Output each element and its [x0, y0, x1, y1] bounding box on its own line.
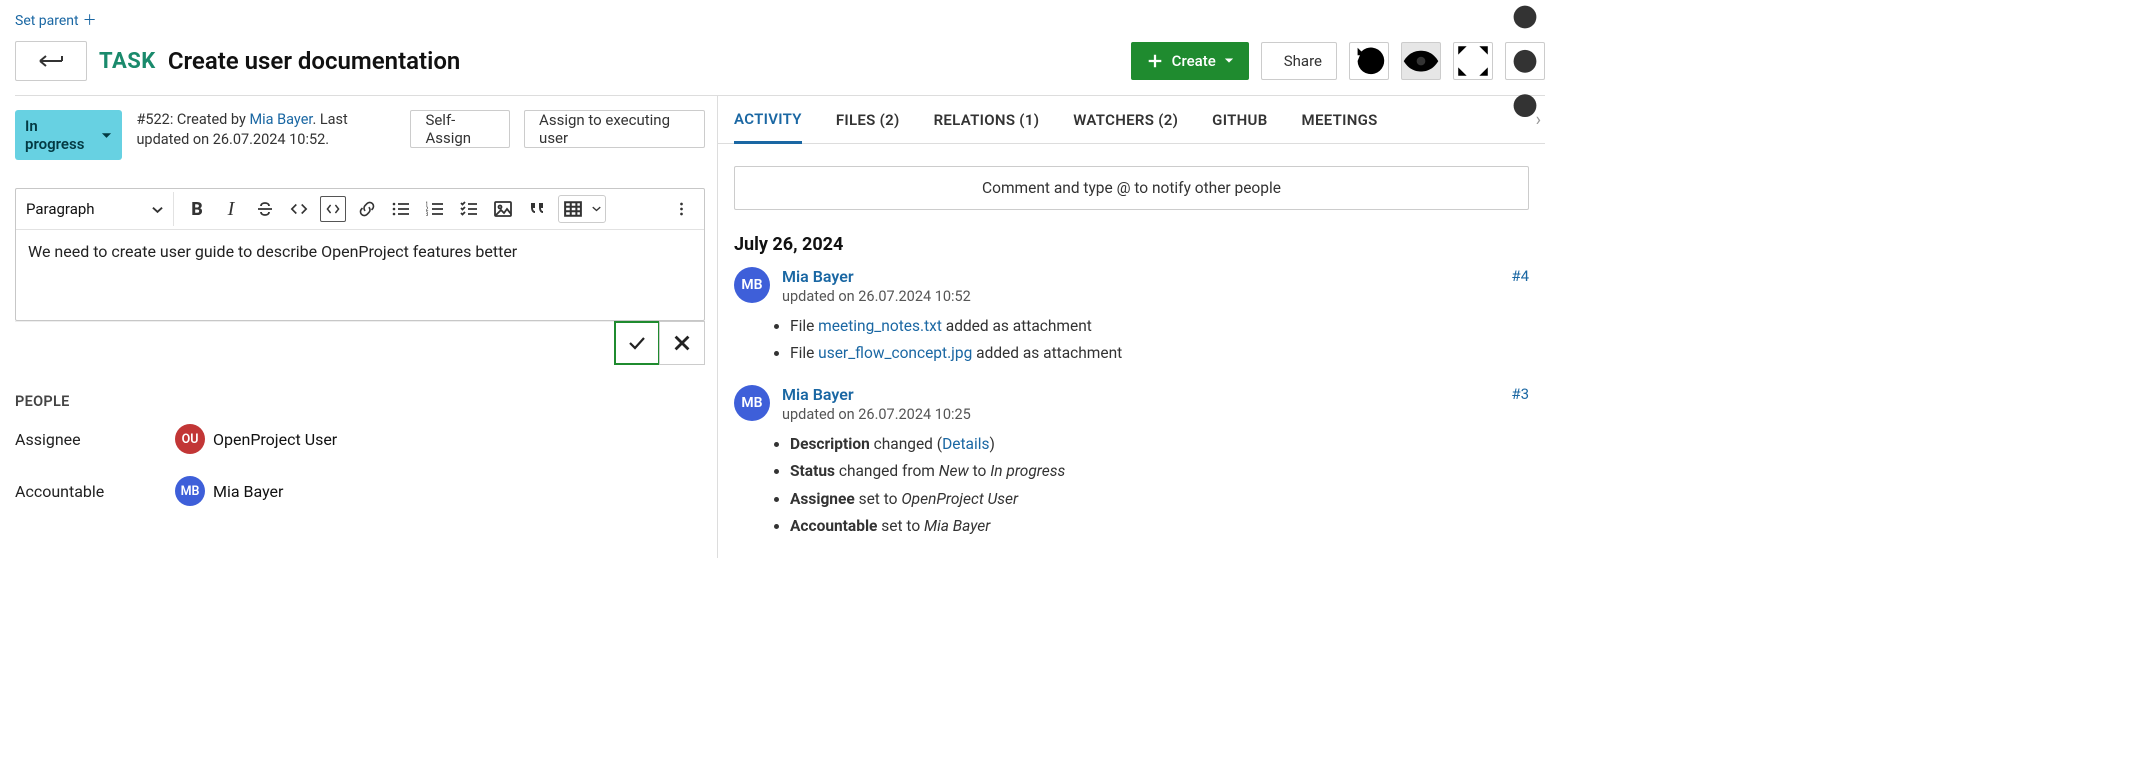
accountable-name: Mia Bayer: [213, 482, 283, 501]
chevron-down-icon: [152, 200, 163, 218]
strike-button[interactable]: [248, 189, 282, 229]
editor-toolbar: Paragraph B I 123: [16, 189, 704, 230]
plus-icon: ＋: [83, 14, 97, 28]
description-editor: Paragraph B I 123: [15, 188, 705, 321]
italic-button[interactable]: I: [214, 189, 248, 229]
activity-entry: MB Mia Bayer updated on 26.07.2024 10:52…: [734, 267, 1529, 305]
avatar: OU: [175, 424, 205, 454]
numbered-list-button[interactable]: 123: [418, 189, 452, 229]
work-package-type: TASK: [99, 49, 156, 74]
activity-change-item: Description changed (Details): [790, 431, 1529, 458]
activity-ref-link[interactable]: #4: [1511, 267, 1529, 285]
save-description-button[interactable]: [614, 321, 660, 365]
tab-meetings[interactable]: MEETINGS: [1302, 96, 1378, 143]
set-parent-link[interactable]: Set parent ＋: [15, 13, 97, 29]
set-parent-label: Set parent: [15, 13, 79, 29]
activity-change-item: File meeting_notes.txt added as attachme…: [790, 313, 1529, 340]
assign-exec-button[interactable]: Assign to executing user: [524, 110, 705, 148]
bold-button[interactable]: B: [180, 189, 214, 229]
back-button[interactable]: [15, 41, 87, 81]
link-button[interactable]: [350, 189, 384, 229]
status-dropdown[interactable]: In progress: [15, 110, 122, 160]
activity-user-link[interactable]: Mia Bayer: [782, 385, 971, 404]
assignee-label: Assignee: [15, 430, 175, 449]
create-button[interactable]: Create: [1131, 42, 1249, 80]
paragraph-style-dropdown[interactable]: Paragraph: [16, 192, 174, 226]
self-assign-button[interactable]: Self-Assign: [410, 110, 510, 148]
avatar: MB: [734, 267, 770, 303]
activity-user-link[interactable]: Mia Bayer: [782, 267, 971, 286]
activity-stream: July 26, 2024 MB Mia Bayer updated on 26…: [718, 234, 1545, 540]
activity-change-item: Status changed from New to In progress: [790, 458, 1529, 485]
activity-entry: MB Mia Bayer updated on 26.07.2024 10:25…: [734, 385, 1529, 423]
activity-change-list: Description changed (Details)Status chan…: [734, 431, 1529, 540]
activity-column: ACTIVITY FILES (2) RELATIONS (1) WATCHER…: [717, 96, 1545, 558]
tab-github[interactable]: GITHUB: [1212, 96, 1267, 143]
quote-button[interactable]: [520, 189, 554, 229]
editor-more-button[interactable]: [664, 189, 698, 229]
assignee-name: OpenProject User: [213, 430, 337, 449]
bullet-list-button[interactable]: [384, 189, 418, 229]
creator-link[interactable]: Mia Bayer: [249, 111, 312, 128]
image-button[interactable]: [486, 189, 520, 229]
assignee-field[interactable]: OU OpenProject User: [175, 424, 705, 454]
watch-button[interactable]: [1401, 42, 1441, 80]
tab-relations[interactable]: RELATIONS (1): [934, 96, 1040, 143]
task-list-button[interactable]: [452, 189, 486, 229]
activity-timestamp: updated on 26.07.2024 10:25: [782, 406, 971, 423]
description-editor-wrapper: Paragraph B I 123: [15, 188, 705, 365]
title-row: TASK Create user documentation Create Sh…: [15, 37, 1545, 96]
details-column: In progress #522: Created by Mia Bayer. …: [15, 96, 705, 558]
code-button[interactable]: [282, 189, 316, 229]
comment-input[interactable]: Comment and type @ to notify other peopl…: [734, 166, 1529, 210]
avatar: MB: [175, 476, 205, 506]
fullscreen-button[interactable]: [1453, 42, 1493, 80]
meta-text: #522: Created by Mia Bayer. Last updated…: [136, 110, 396, 151]
chevron-right-icon[interactable]: ›: [1536, 109, 1541, 130]
activity-date-heading: July 26, 2024: [734, 234, 1529, 255]
tab-watchers[interactable]: WATCHERS (2): [1073, 96, 1178, 143]
cancel-description-button[interactable]: [659, 321, 705, 365]
chevron-down-icon: [587, 195, 605, 223]
work-package-title[interactable]: Create user documentation: [168, 47, 1119, 75]
activity-change-item: Accountable set to Mia Bayer: [790, 513, 1529, 540]
svg-text:3: 3: [426, 211, 428, 218]
more-menu-button[interactable]: [1505, 42, 1545, 80]
table-button-group[interactable]: [558, 195, 606, 223]
activity-change-list: File meeting_notes.txt added as attachme…: [734, 313, 1529, 367]
tab-activity[interactable]: ACTIVITY: [734, 97, 802, 144]
history-button[interactable]: [1349, 42, 1389, 80]
activity-ref-link[interactable]: #3: [1511, 385, 1529, 403]
activity-change-item: File user_flow_concept.jpg added as atta…: [790, 340, 1529, 367]
code-block-button[interactable]: [320, 196, 346, 222]
activity-timestamp: updated on 26.07.2024 10:52: [782, 288, 971, 305]
chevron-down-icon: [101, 126, 112, 144]
table-icon: [559, 195, 587, 223]
activity-change-item: Assignee set to OpenProject User: [790, 486, 1529, 513]
editor-content[interactable]: We need to create user guide to describe…: [16, 230, 704, 320]
accountable-field[interactable]: MB Mia Bayer: [175, 476, 705, 506]
tabs: ACTIVITY FILES (2) RELATIONS (1) WATCHER…: [718, 96, 1545, 144]
tab-files[interactable]: FILES (2): [836, 96, 900, 143]
share-button[interactable]: Share: [1261, 42, 1337, 80]
share-label: Share: [1284, 52, 1322, 70]
people-section-title: PEOPLE: [15, 393, 705, 410]
accountable-label: Accountable: [15, 482, 175, 501]
status-label: In progress: [25, 117, 93, 153]
avatar: MB: [734, 385, 770, 421]
create-label: Create: [1172, 52, 1216, 70]
